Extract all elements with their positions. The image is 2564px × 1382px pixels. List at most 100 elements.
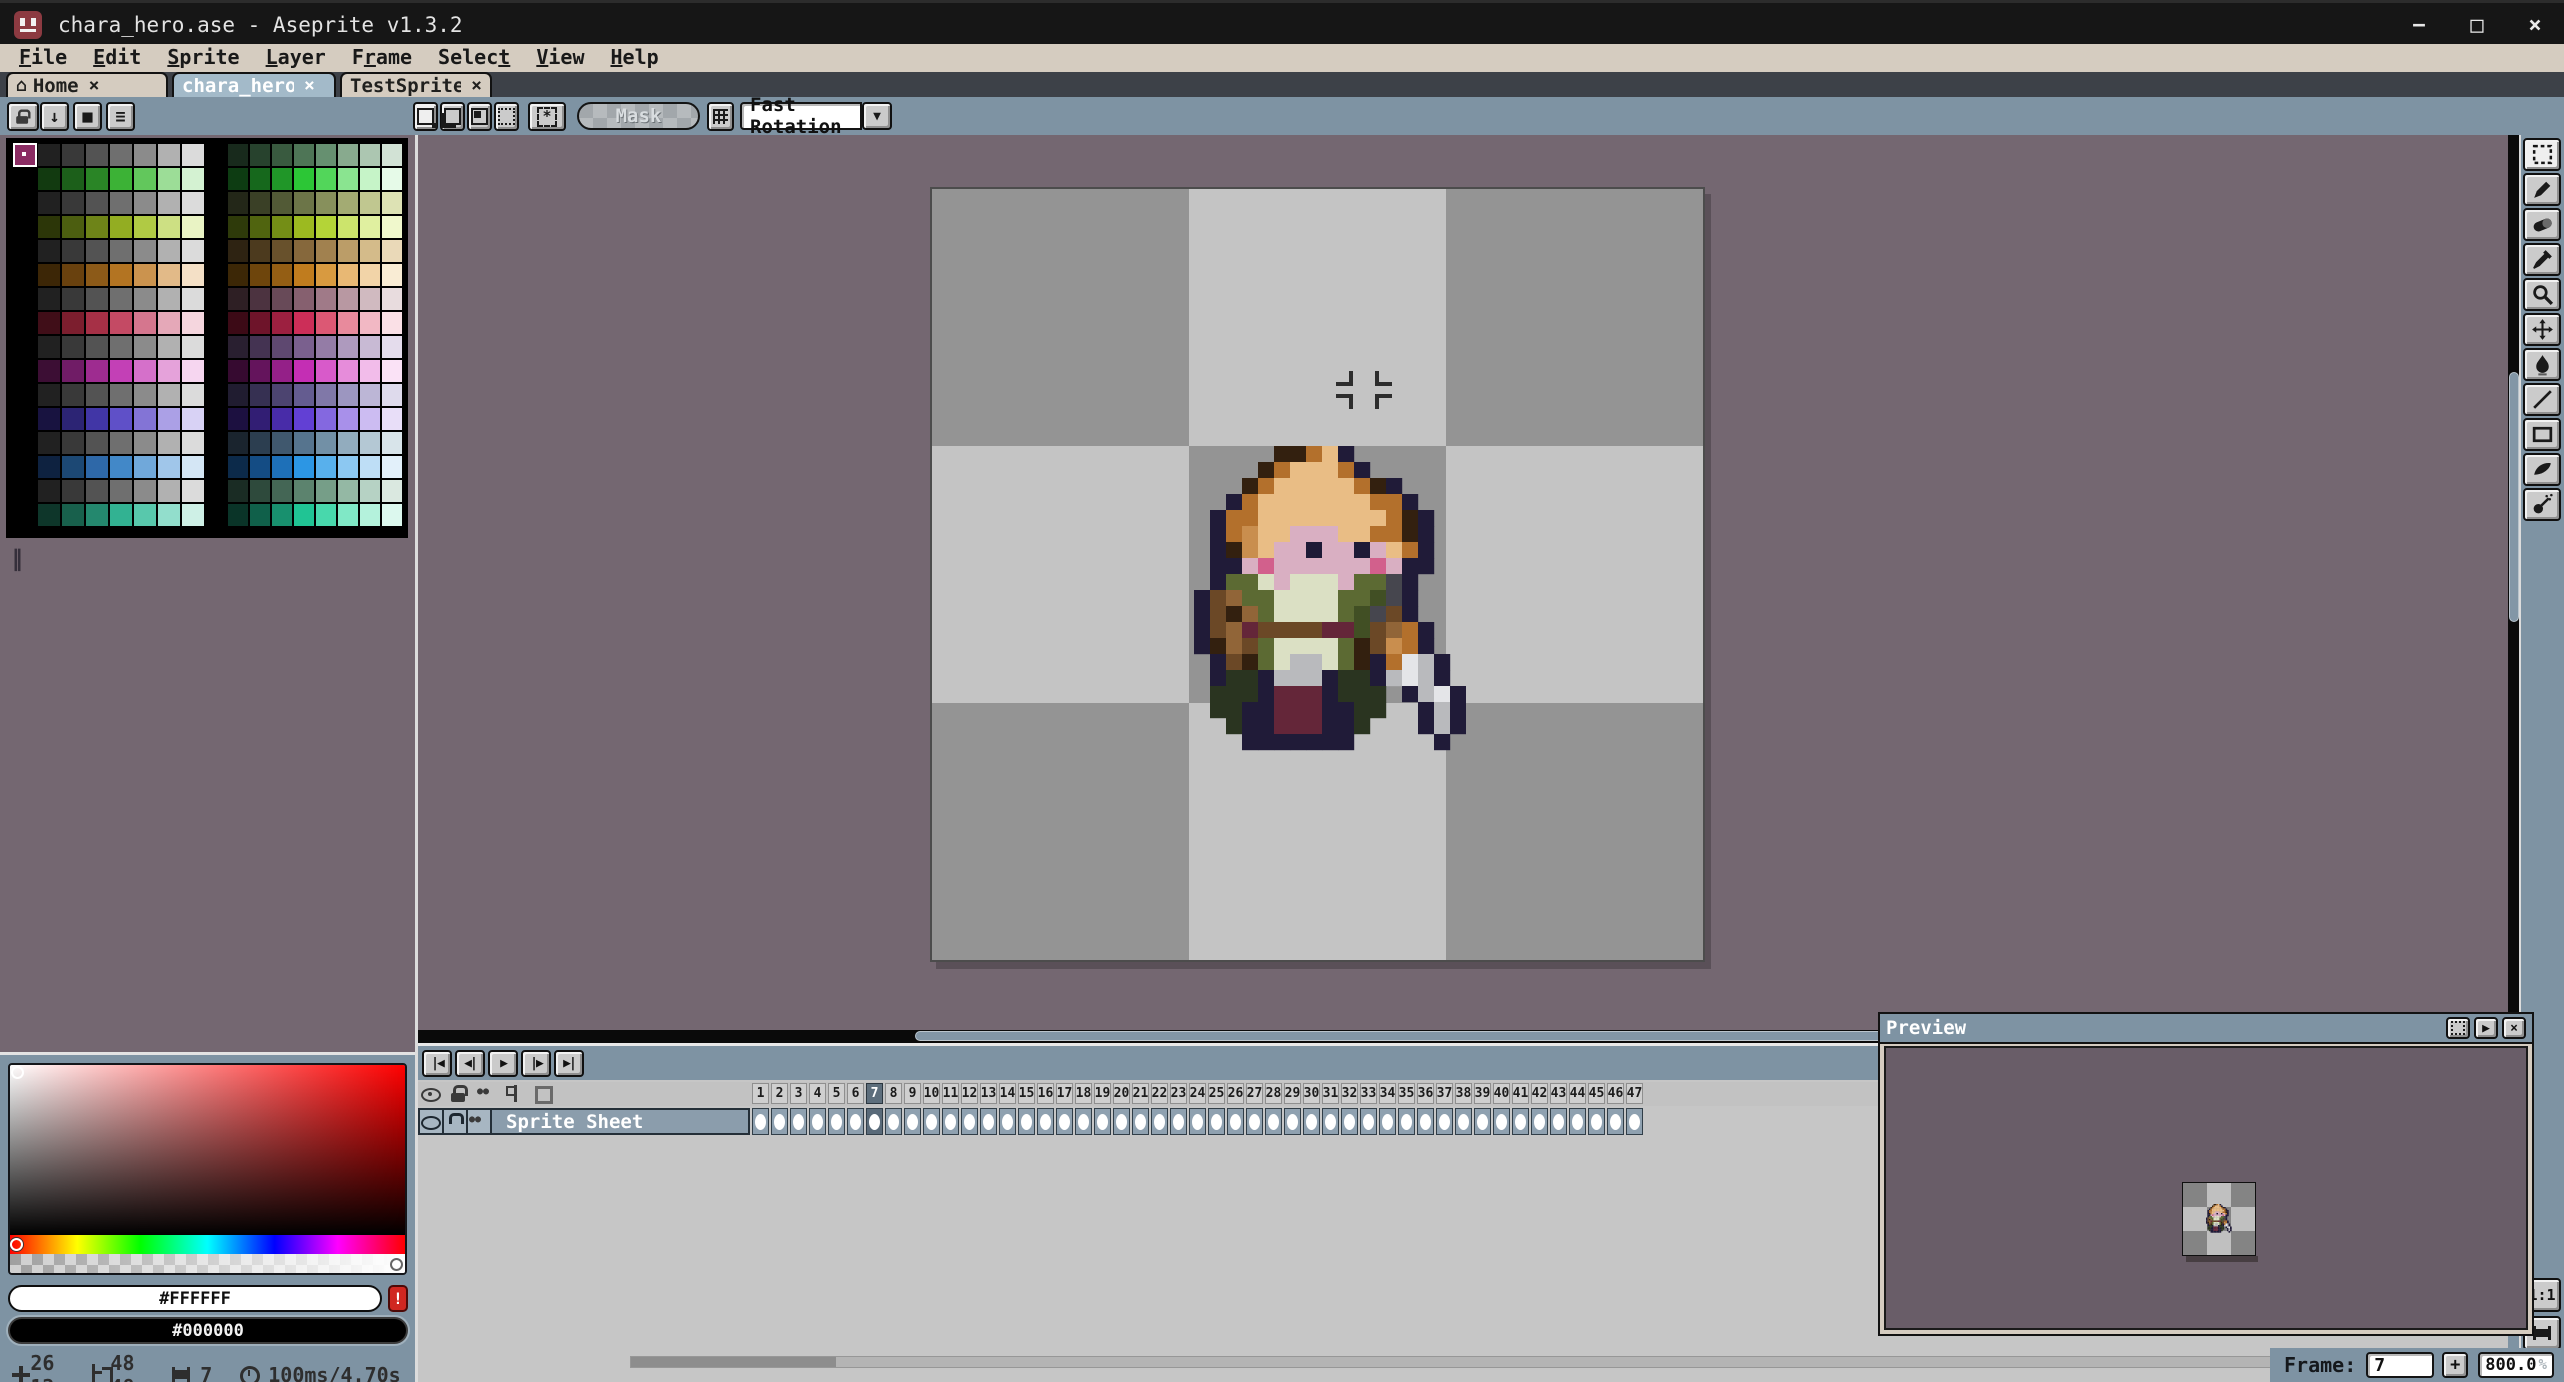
palette-swatch[interactable] [158,144,180,166]
palette-swatch[interactable] [86,240,108,262]
frame-header-35[interactable]: 35 [1398,1083,1415,1104]
palette-swatch[interactable] [62,192,84,214]
frame-header-11[interactable]: 11 [942,1083,959,1104]
palette-swatch[interactable] [272,312,292,334]
palette-swatch[interactable] [182,504,204,526]
palette-swatch[interactable] [382,288,402,310]
cel-frame-7[interactable] [866,1108,883,1135]
cel-frame-12[interactable] [961,1108,978,1135]
palette-swatch[interactable] [382,408,402,430]
palette-swatch[interactable] [38,144,60,166]
palette-swatch[interactable] [272,432,292,454]
palette-swatch[interactable] [360,144,380,166]
palette-swatch[interactable] [338,336,358,358]
palette-swatch[interactable] [294,312,314,334]
palette-swatch[interactable] [158,432,180,454]
palette-swatch[interactable] [228,216,248,238]
palette-presets-button[interactable]: ■ [73,102,102,131]
palette-swatch[interactable] [62,144,84,166]
palette-swatch[interactable] [110,288,132,310]
palette-swatch[interactable] [316,264,336,286]
palette-swatch[interactable] [294,408,314,430]
palette-swatch[interactable] [294,456,314,478]
foreground-color-button[interactable]: #FFFFFF [8,1285,382,1312]
palette-swatch[interactable] [110,336,132,358]
palette-swatch[interactable] [250,360,270,382]
palette-swatch[interactable] [228,192,248,214]
palette-swatch[interactable] [338,408,358,430]
palette-lock-button[interactable] [7,102,39,131]
palette-swatch[interactable] [272,336,292,358]
frame-header-15[interactable]: 15 [1018,1083,1035,1104]
palette-swatch[interactable] [38,216,60,238]
eraser-tool-button[interactable] [2523,208,2561,241]
palette-swatch[interactable] [182,432,204,454]
palette-swatch[interactable] [228,168,248,190]
palette-swatch[interactable] [62,360,84,382]
palette-swatch[interactable] [110,360,132,382]
palette-swatch[interactable] [182,264,204,286]
palette-swatch[interactable] [14,336,36,358]
palette-swatch[interactable] [228,432,248,454]
frame-header-30[interactable]: 30 [1303,1083,1320,1104]
palette-swatch[interactable] [14,456,36,478]
palette-swatch[interactable] [360,240,380,262]
saturation-value-area[interactable] [10,1065,405,1235]
palette-swatch[interactable] [182,384,204,406]
palette-swatch[interactable] [158,336,180,358]
palette-swatch[interactable] [250,312,270,334]
cel-frame-15[interactable] [1018,1108,1035,1135]
palette-swatch[interactable] [134,216,156,238]
cel-frame-31[interactable] [1322,1108,1339,1135]
cel-frame-3[interactable] [790,1108,807,1135]
palette-swatch[interactable] [158,312,180,334]
palette-swatch[interactable] [382,264,402,286]
palette-swatch[interactable] [228,456,248,478]
palette-swatch[interactable] [86,432,108,454]
cel-frame-5[interactable] [828,1108,845,1135]
palette-swatch[interactable] [338,312,358,334]
palette-swatch[interactable] [250,288,270,310]
preview-close-button[interactable]: × [2502,1017,2526,1039]
transform-selection-button[interactable]: * [528,102,566,131]
palette-swatch[interactable] [158,408,180,430]
menu-item-frame[interactable]: Frame [339,45,425,69]
palette-swatch[interactable] [134,504,156,526]
cel-frame-17[interactable] [1056,1108,1073,1135]
palette-swatch[interactable] [38,384,60,406]
minimize-button[interactable]: − [2390,13,2448,38]
palette-swatch[interactable] [182,456,204,478]
palette-swatch[interactable] [360,216,380,238]
pencil-tool-button[interactable] [2523,173,2561,206]
first-frame-button[interactable]: |◀ [422,1050,452,1077]
palette-swatch[interactable] [38,312,60,334]
frame-header-38[interactable]: 38 [1455,1083,1472,1104]
cel-frame-41[interactable] [1512,1108,1529,1135]
layer-visibility-toggle[interactable] [420,1110,444,1133]
palette-swatch[interactable] [62,168,84,190]
palette-swatch[interactable] [38,264,60,286]
frame-header-23[interactable]: 23 [1170,1083,1187,1104]
preview-title-bar[interactable]: Preview ▶× [1880,1014,2532,1044]
cel-frame-29[interactable] [1284,1108,1301,1135]
palette-swatch[interactable] [316,336,336,358]
palette-swatch[interactable] [382,192,402,214]
palette-swatch[interactable] [228,408,248,430]
palette-swatch[interactable] [360,336,380,358]
palette-swatch[interactable] [228,360,248,382]
palette-swatch[interactable] [134,240,156,262]
palette-swatch[interactable] [228,336,248,358]
paint-bucket-tool-button[interactable] [2523,348,2561,381]
palette-swatch[interactable] [86,384,108,406]
frame-header-14[interactable]: 14 [999,1083,1016,1104]
alpha-slider[interactable] [10,1254,405,1275]
frame-header-37[interactable]: 37 [1436,1083,1453,1104]
palette-swatch[interactable] [228,288,248,310]
palette-swatch[interactable] [250,384,270,406]
cel-frame-19[interactable] [1094,1108,1111,1135]
palette-swatch[interactable] [86,264,108,286]
palette-swatch[interactable] [316,456,336,478]
palette-swatch[interactable] [110,264,132,286]
palette-swatch[interactable] [382,480,402,502]
palette-swatch[interactable] [382,240,402,262]
